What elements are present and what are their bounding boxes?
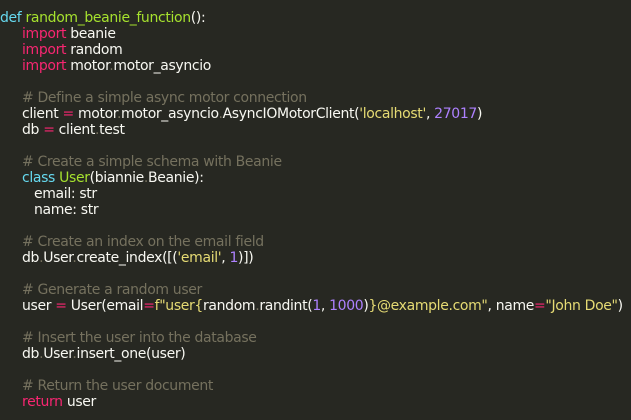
code-token: db: [22, 122, 44, 138]
code-token: ,: [320, 298, 330, 314]
code-line: # Create a simple schema with Beanie: [0, 154, 282, 170]
code-token: random: [203, 298, 256, 314]
code-token: # Return the user document: [22, 378, 214, 394]
code-line: def random_beanie_function():: [0, 10, 206, 26]
code-token: test: [99, 122, 125, 138]
code-token: user: [22, 298, 56, 314]
code-line: user = User(email=f"user{random.randint(…: [0, 298, 623, 314]
code-token: randint(: [259, 298, 313, 314]
code-line: import random: [0, 42, 123, 58]
code-token: name: str: [34, 202, 99, 218]
code-token: def: [0, 10, 22, 26]
code-token: return: [22, 394, 63, 410]
code-token: ): [476, 106, 483, 122]
code-token: insert_one(user): [76, 346, 186, 362]
code-token: motor_asyncio: [113, 58, 211, 74]
code-editor[interactable]: def random_beanie_function(): import bean…: [0, 0, 631, 420]
code-line: email: str: [0, 186, 97, 202]
code-token: motor_asyncio: [121, 106, 219, 122]
code-token: (biannie: [89, 170, 145, 186]
code-token: 1000: [329, 298, 364, 314]
code-token: )]): [238, 250, 254, 266]
code-line: name: str: [0, 202, 99, 218]
code-token: motor: [73, 106, 117, 122]
code-token: random_beanie_function: [25, 10, 192, 26]
code-token: =: [62, 106, 74, 122]
code-line: # Insert the user into the database: [0, 330, 257, 346]
code-token: User: [59, 170, 90, 186]
code-token: # Create a simple schema with Beanie: [22, 154, 282, 170]
code-token: class: [22, 170, 56, 186]
code-token: User(email: [66, 298, 144, 314]
code-token: db: [22, 346, 40, 362]
code-line: # Generate a random user: [0, 282, 202, 298]
code-token: 'localhost': [359, 106, 426, 122]
code-token: beanie: [66, 26, 116, 42]
code-line: db.User.insert_one(user): [0, 346, 186, 362]
code-line: import beanie: [0, 26, 116, 42]
code-line: # Create an index on the email field: [0, 234, 264, 250]
code-token: client: [22, 106, 63, 122]
code-token: 'email': [177, 250, 222, 266]
code-token: 27017: [434, 106, 477, 122]
code-token: ,: [425, 106, 435, 122]
code-line: db.User.create_index([('email', 1)]): [0, 250, 254, 266]
code-token: db: [22, 250, 40, 266]
code-line: # Define a simple async motor connection: [0, 90, 307, 106]
code-token: =: [43, 122, 55, 138]
code-token: import: [22, 58, 67, 74]
code-token: import: [22, 26, 67, 42]
code-line: import motor.motor_asyncio: [0, 58, 211, 74]
code-token: client: [54, 122, 96, 138]
code-line: class User(biannie.Beanie):: [0, 170, 204, 186]
code-token: # Create an index on the email field: [22, 234, 264, 250]
code-token: random: [66, 42, 123, 58]
code-token: import: [22, 42, 67, 58]
code-token: # Define a simple async motor connection: [22, 90, 307, 106]
code-token: 1: [229, 250, 239, 266]
code-token: =: [55, 298, 67, 314]
code-token: , name: [487, 298, 535, 314]
code-token: create_index([(: [76, 250, 178, 266]
code-token: ():: [190, 10, 206, 26]
code-token: f"user{: [154, 298, 204, 314]
code-token: User: [43, 250, 73, 266]
code-token: email: str: [34, 186, 97, 202]
code-line: db = client.test: [0, 122, 125, 138]
code-token: # Generate a random user: [22, 282, 202, 298]
code-token: Beanie):: [148, 170, 204, 186]
code-token: ): [617, 298, 623, 314]
code-token: user: [62, 394, 97, 410]
code-token: =: [143, 298, 155, 314]
code-token: # Insert the user into the database: [22, 330, 257, 346]
code-token: motor: [66, 58, 110, 74]
code-line: return user: [0, 394, 96, 410]
code-line: # Return the user document: [0, 378, 213, 394]
code-token: =: [534, 298, 546, 314]
code-token: User: [43, 346, 73, 362]
code-line: client = motor.motor_asyncio.AsyncIOMoto…: [0, 106, 482, 122]
code-token: }@example.com": [368, 298, 488, 314]
code-token: 1: [312, 298, 321, 314]
code-token: "John Doe": [545, 298, 618, 314]
code-token: AsyncIOMotorClient(: [222, 106, 360, 122]
